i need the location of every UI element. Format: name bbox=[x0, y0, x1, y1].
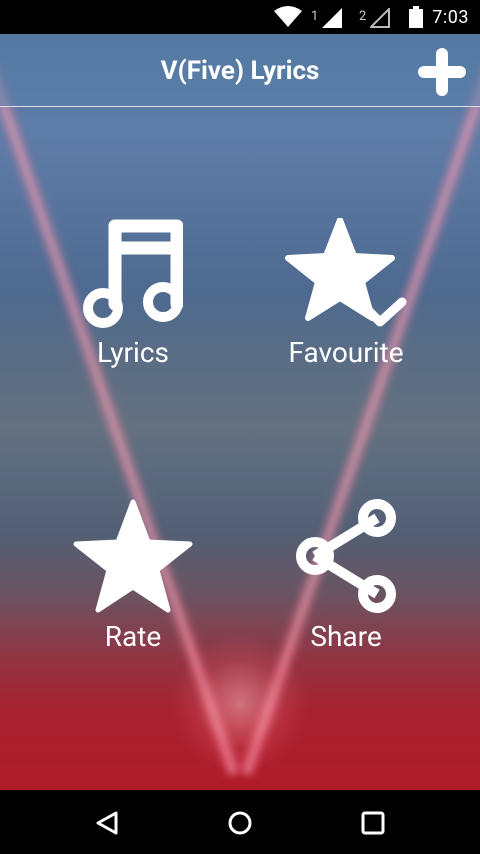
recents-icon[interactable] bbox=[361, 811, 385, 835]
rate-button[interactable]: Rate bbox=[23, 498, 243, 653]
add-button[interactable] bbox=[414, 46, 470, 98]
battery-icon bbox=[409, 6, 423, 28]
page-title: V(Five) Lyrics bbox=[160, 56, 320, 86]
signal-sim2-icon bbox=[370, 8, 390, 28]
music-note-icon bbox=[83, 219, 183, 328]
share-label: Share bbox=[310, 620, 382, 653]
lyrics-button[interactable]: Lyrics bbox=[23, 218, 243, 369]
share-icon bbox=[296, 499, 396, 613]
back-icon[interactable] bbox=[94, 810, 120, 836]
sim1-label: 1 bbox=[311, 9, 319, 24]
home-icon[interactable] bbox=[227, 810, 253, 836]
star-icon bbox=[73, 499, 193, 613]
background-image bbox=[0, 34, 480, 790]
status-time: 7:03 bbox=[432, 7, 469, 28]
rate-label: Rate bbox=[104, 620, 162, 653]
plus-icon bbox=[418, 48, 466, 96]
sim2-label: 2 bbox=[359, 9, 367, 24]
status-bar: 1 2 7:03 bbox=[0, 0, 480, 34]
signal-sim1-icon bbox=[322, 8, 342, 28]
wifi-icon bbox=[274, 6, 302, 27]
navigation-bar bbox=[0, 790, 480, 854]
favourite-button[interactable]: Favourite bbox=[236, 218, 456, 369]
app-bar: V(Five) Lyrics bbox=[0, 34, 480, 107]
lyrics-label: Lyrics bbox=[97, 336, 169, 369]
star-check-icon bbox=[285, 218, 407, 327]
light-glow bbox=[170, 634, 310, 774]
share-button[interactable]: Share bbox=[236, 498, 456, 653]
favourite-label: Favourite bbox=[288, 336, 404, 369]
